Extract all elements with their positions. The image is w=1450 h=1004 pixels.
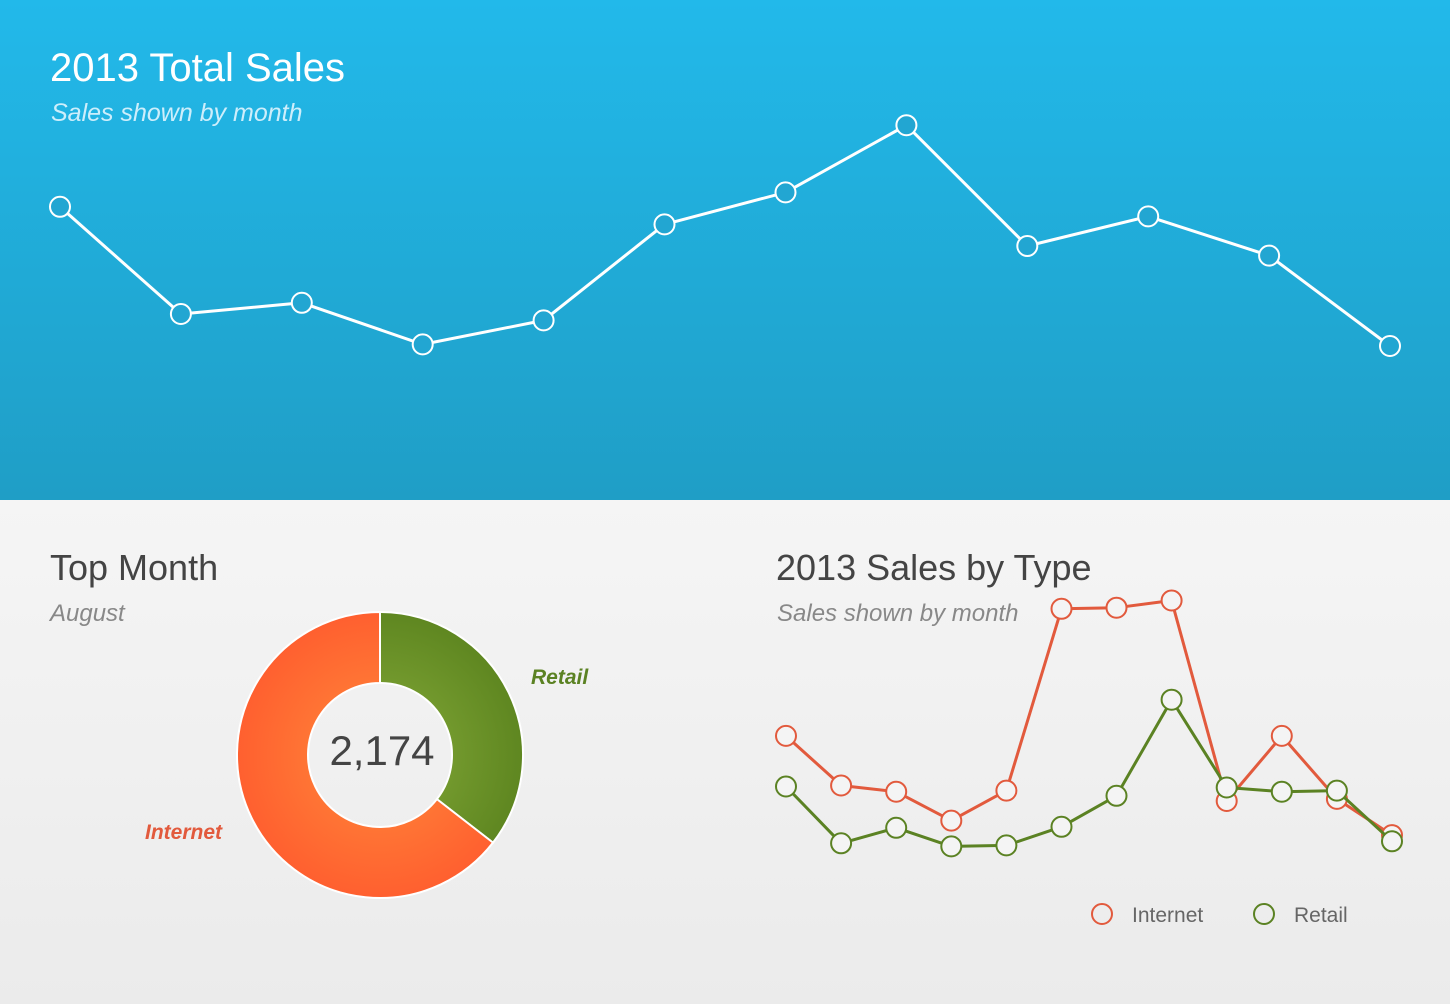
internet-point-5[interactable] [995,779,1018,802]
internet-point-10[interactable] [1270,724,1293,747]
total-sales-point-7[interactable] [774,181,797,204]
retail-point-12[interactable] [1381,830,1403,853]
internet-point-6[interactable] [1050,597,1073,620]
total-sales-line [59,123,1391,348]
total-sales-point-8[interactable] [895,114,918,137]
internet-point-1[interactable] [775,724,797,747]
retail-line [784,698,1394,848]
retail-point-2[interactable] [830,832,853,855]
retail-point-6[interactable] [1050,815,1073,838]
internet-line [784,599,1393,837]
internet-point-7[interactable] [1105,596,1128,619]
legend-marker-internet [1091,903,1113,925]
charts-canvas: 2,174 Retail Internet Internet Retail [49,114,1403,927]
internet-point-4[interactable] [940,809,963,832]
legend-marker-retail [1253,903,1275,925]
legend-label-internet: Internet [1132,904,1203,927]
retail-point-9[interactable] [1215,776,1238,799]
total-sales-point-1[interactable] [49,195,71,218]
retail-point-10[interactable] [1270,780,1293,803]
retail-point-11[interactable] [1325,779,1348,802]
retail-point-1[interactable] [775,775,797,798]
legend-label-retail: Retail [1294,904,1348,927]
total-sales-chart [49,114,1401,357]
total-sales-point-9[interactable] [1016,235,1039,257]
total-sales-point-2[interactable] [169,303,192,325]
retail-point-7[interactable] [1105,784,1128,807]
total-sales-point-10[interactable] [1137,205,1160,228]
total-sales-point-12[interactable] [1379,335,1401,357]
retail-point-5[interactable] [995,834,1018,857]
total-sales-point-4[interactable] [411,333,434,356]
retail-point-4[interactable] [940,835,963,858]
total-sales-point-6[interactable] [653,213,676,236]
total-sales-point-3[interactable] [290,291,313,314]
internet-point-2[interactable] [830,774,853,797]
internet-point-3[interactable] [885,780,908,803]
sales-by-type-chart [775,589,1403,858]
total-sales-point-11[interactable] [1258,244,1281,267]
donut-label-internet: Internet [145,821,223,844]
retail-point-8[interactable] [1160,688,1183,711]
chart-legend: Internet Retail [1091,903,1348,927]
total-sales-point-5[interactable] [532,309,555,332]
donut-center-value: 2,174 [329,727,434,774]
internet-point-8[interactable] [1160,589,1183,612]
donut-label-retail: Retail [531,666,589,689]
retail-point-3[interactable] [885,816,908,839]
